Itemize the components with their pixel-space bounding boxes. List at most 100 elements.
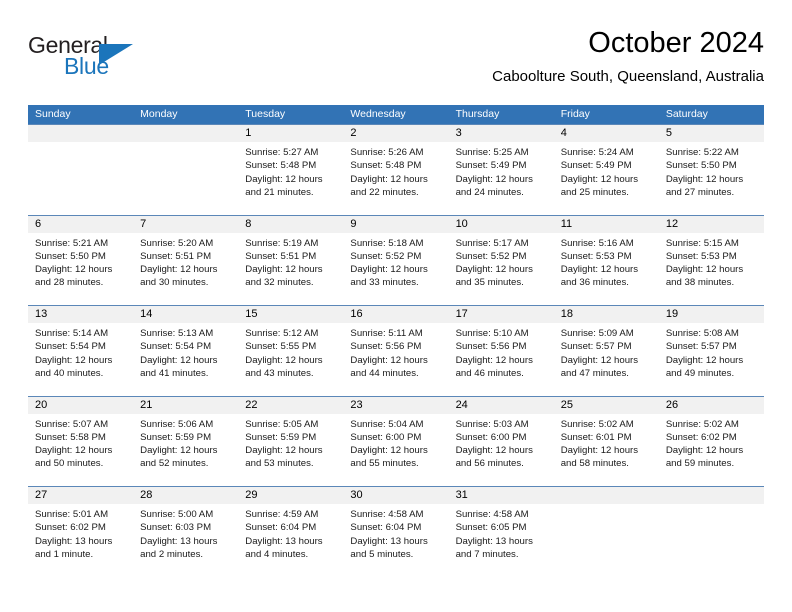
day-cell[interactable]: 27 Sunrise: 5:01 AM Sunset: 6:02 PM Dayl…	[28, 487, 134, 577]
sunrise-text: Sunrise: 5:17 AM	[455, 237, 529, 249]
day-cell[interactable]: 22 Sunrise: 5:05 AM Sunset: 5:59 PM Dayl…	[238, 396, 344, 487]
day-number: 3	[448, 125, 554, 142]
week-row: 1 Sunrise: 5:27 AM Sunset: 5:48 PM Dayli…	[28, 124, 764, 215]
logo-text-blue: Blue	[64, 53, 109, 79]
sunrise-text: Sunrise: 5:08 AM	[665, 328, 739, 339]
day-cell[interactable]: 4 Sunrise: 5:24 AM Sunset: 5:49 PM Dayli…	[553, 125, 659, 215]
sunrise-text: Sunrise: 5:12 AM	[245, 328, 319, 339]
day-details: Sunrise: 5:12 AM Sunset: 5:55 PM Dayligh…	[238, 323, 343, 380]
sunset-text: Sunset: 5:59 PM	[245, 431, 317, 443]
day-number: 5	[658, 125, 764, 142]
day-cell[interactable]	[133, 125, 239, 215]
day-cell[interactable]: 14 Sunrise: 5:13 AM Sunset: 5:54 PM Dayl…	[133, 306, 239, 396]
day-cell[interactable]: 9 Sunrise: 5:18 AM Sunset: 5:52 PM Dayli…	[343, 215, 449, 306]
day-cell[interactable]: 7 Sunrise: 5:20 AM Sunset: 5:51 PM Dayli…	[133, 215, 239, 306]
daylight-text-line2: and 55 minutes.	[350, 458, 419, 470]
day-cell[interactable]: 28 Sunrise: 5:00 AM Sunset: 6:03 PM Dayl…	[133, 487, 239, 577]
day-number	[133, 125, 239, 142]
day-cell[interactable]: 3 Sunrise: 5:25 AM Sunset: 5:49 PM Dayli…	[448, 125, 554, 215]
week-row: 13 Sunrise: 5:14 AM Sunset: 5:54 PM Dayl…	[28, 305, 764, 396]
daylight-text-line2: and 4 minutes.	[245, 548, 309, 560]
day-number: 12	[658, 215, 764, 233]
sunrise-text: Sunrise: 5:13 AM	[140, 328, 214, 339]
day-number: 22	[238, 396, 344, 414]
day-cell[interactable]: 26 Sunrise: 5:02 AM Sunset: 6:02 PM Dayl…	[658, 396, 764, 487]
day-cell[interactable]: 6 Sunrise: 5:21 AM Sunset: 5:50 PM Dayli…	[28, 215, 134, 306]
daylight-text-line1: Daylight: 12 hours	[35, 264, 113, 276]
day-cell[interactable]: 21 Sunrise: 5:06 AM Sunset: 5:59 PM Dayl…	[133, 396, 239, 487]
day-number: 17	[448, 306, 554, 323]
day-details: Sunrise: 5:13 AM Sunset: 5:54 PM Dayligh…	[133, 323, 238, 380]
day-number: 8	[238, 215, 344, 233]
sunset-text: Sunset: 5:50 PM	[35, 250, 106, 262]
sunset-text: Sunset: 5:57 PM	[560, 341, 632, 353]
daylight-text-line1: Daylight: 12 hours	[560, 264, 639, 276]
daylight-text-line2: and 36 minutes.	[560, 277, 629, 289]
sunrise-text: Sunrise: 5:20 AM	[140, 237, 214, 249]
daylight-text-line1: Daylight: 12 hours	[350, 173, 428, 185]
sunrise-text: Sunrise: 4:59 AM	[245, 509, 319, 520]
sunrise-text: Sunrise: 5:22 AM	[665, 147, 739, 158]
day-cell[interactable]: 2 Sunrise: 5:26 AM Sunset: 5:48 PM Dayli…	[343, 125, 449, 215]
sunset-text: Sunset: 6:05 PM	[455, 522, 527, 534]
daylight-text-line1: Daylight: 12 hours	[140, 445, 218, 457]
day-cell[interactable]: 25 Sunrise: 5:02 AM Sunset: 6:01 PM Dayl…	[553, 396, 659, 487]
sunset-text: Sunset: 6:04 PM	[350, 522, 422, 534]
day-cell[interactable]: 31 Sunrise: 4:58 AM Sunset: 6:05 PM Dayl…	[448, 487, 554, 577]
daylight-text-line2: and 27 minutes.	[665, 186, 735, 198]
daylight-text-line1: Daylight: 12 hours	[560, 354, 639, 366]
day-cell[interactable]: 13 Sunrise: 5:14 AM Sunset: 5:54 PM Dayl…	[28, 306, 134, 396]
sunrise-text: Sunrise: 5:26 AM	[350, 147, 424, 158]
title-block: October 2024 Caboolture South, Queenslan…	[492, 26, 764, 87]
sunrise-text: Sunrise: 5:02 AM	[665, 418, 739, 430]
day-details: Sunrise: 5:01 AM Sunset: 6:02 PM Dayligh…	[28, 504, 133, 561]
daylight-text-line1: Daylight: 12 hours	[455, 354, 533, 366]
daylight-text-line1: Daylight: 12 hours	[455, 264, 533, 276]
daylight-text-line1: Daylight: 12 hours	[140, 354, 218, 366]
day-number: 10	[448, 215, 554, 233]
day-cell[interactable]: 20 Sunrise: 5:07 AM Sunset: 5:58 PM Dayl…	[28, 396, 134, 487]
day-number	[553, 487, 659, 504]
daylight-text-line2: and 43 minutes.	[245, 367, 314, 379]
day-cell[interactable]	[28, 125, 134, 215]
day-cell[interactable]: 1 Sunrise: 5:27 AM Sunset: 5:48 PM Dayli…	[238, 125, 344, 215]
sunset-text: Sunset: 5:51 PM	[245, 250, 317, 262]
day-cell[interactable]: 29 Sunrise: 4:59 AM Sunset: 6:04 PM Dayl…	[238, 487, 344, 577]
daylight-text-line2: and 53 minutes.	[245, 458, 314, 470]
sunrise-text: Sunrise: 4:58 AM	[455, 509, 529, 520]
sunset-text: Sunset: 6:03 PM	[140, 522, 212, 534]
day-cell[interactable]: 15 Sunrise: 5:12 AM Sunset: 5:55 PM Dayl…	[238, 306, 344, 396]
page-title: October 2024	[588, 27, 764, 59]
day-cell[interactable]: 12 Sunrise: 5:15 AM Sunset: 5:53 PM Dayl…	[658, 215, 764, 306]
day-cell[interactable]: 11 Sunrise: 5:16 AM Sunset: 5:53 PM Dayl…	[553, 215, 659, 306]
sunset-text: Sunset: 5:48 PM	[245, 160, 317, 172]
day-cell[interactable]: 10 Sunrise: 5:17 AM Sunset: 5:52 PM Dayl…	[448, 215, 554, 306]
sunrise-text: Sunrise: 5:16 AM	[560, 237, 634, 249]
sunrise-text: Sunrise: 5:07 AM	[35, 418, 109, 430]
day-cell[interactable]	[553, 487, 659, 577]
day-details: Sunrise: 4:58 AM Sunset: 6:05 PM Dayligh…	[449, 504, 554, 561]
day-cell[interactable]: 16 Sunrise: 5:11 AM Sunset: 5:56 PM Dayl…	[343, 306, 449, 396]
day-cell[interactable]: 17 Sunrise: 5:10 AM Sunset: 5:56 PM Dayl…	[448, 306, 554, 396]
daylight-text-line2: and 59 minutes.	[665, 458, 735, 470]
day-number: 30	[343, 487, 449, 504]
day-cell[interactable]: 5 Sunrise: 5:22 AM Sunset: 5:50 PM Dayli…	[658, 125, 764, 215]
day-cell[interactable]: 24 Sunrise: 5:03 AM Sunset: 6:00 PM Dayl…	[448, 396, 554, 487]
day-details: Sunrise: 5:14 AM Sunset: 5:54 PM Dayligh…	[28, 323, 133, 380]
day-number: 20	[28, 396, 134, 414]
day-cell[interactable]: 30 Sunrise: 4:58 AM Sunset: 6:04 PM Dayl…	[343, 487, 449, 577]
day-cell[interactable]: 19 Sunrise: 5:08 AM Sunset: 5:57 PM Dayl…	[658, 306, 764, 396]
day-number: 16	[343, 306, 449, 323]
day-details: Sunrise: 5:20 AM Sunset: 5:51 PM Dayligh…	[133, 233, 238, 290]
day-number: 31	[448, 487, 554, 504]
daylight-text-line1: Daylight: 12 hours	[455, 173, 533, 185]
general-blue-logo[interactable]: General Blue	[28, 32, 208, 88]
sunset-text: Sunset: 6:00 PM	[350, 431, 422, 443]
day-details: Sunrise: 5:16 AM Sunset: 5:53 PM Dayligh…	[554, 233, 659, 290]
day-cell[interactable]: 23 Sunrise: 5:04 AM Sunset: 6:00 PM Dayl…	[343, 396, 449, 487]
day-cell[interactable]: 8 Sunrise: 5:19 AM Sunset: 5:51 PM Dayli…	[238, 215, 344, 306]
day-details: Sunrise: 4:58 AM Sunset: 6:04 PM Dayligh…	[343, 504, 448, 561]
daylight-text-line2: and 30 minutes.	[140, 277, 209, 289]
day-cell[interactable]: 18 Sunrise: 5:09 AM Sunset: 5:57 PM Dayl…	[553, 306, 659, 396]
day-cell[interactable]	[658, 487, 764, 577]
